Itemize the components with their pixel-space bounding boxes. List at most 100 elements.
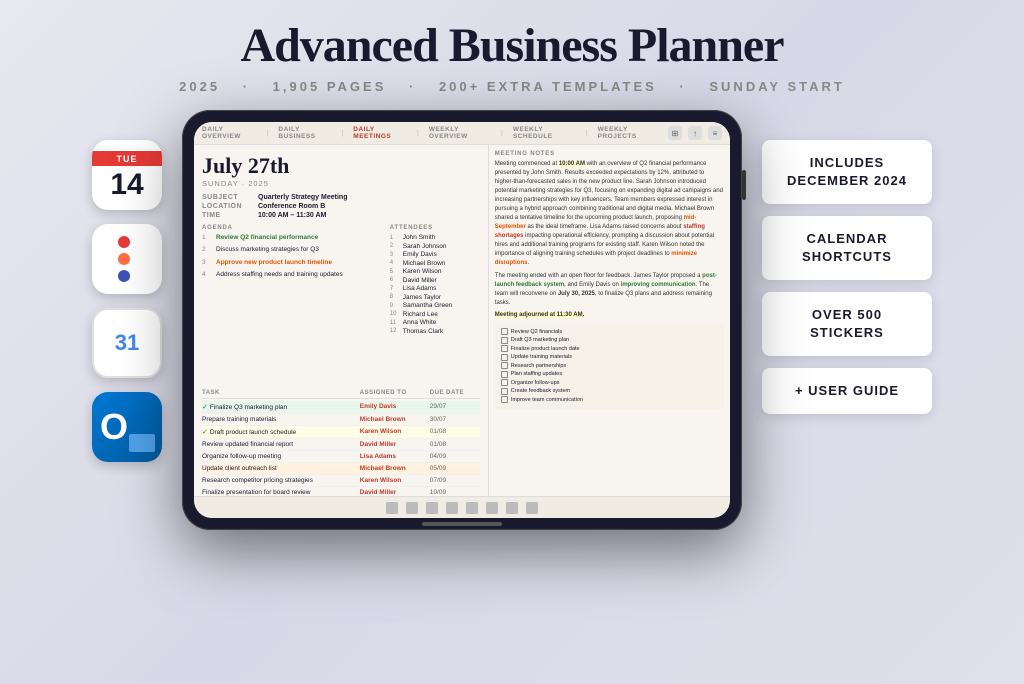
grid-icon[interactable]: ⊞: [668, 126, 682, 140]
reminders-dots: [110, 228, 144, 290]
subtitle-sep1: ·: [243, 79, 257, 94]
agenda-item-3: 3 Approve new product launch timeline: [202, 259, 384, 267]
ipad-bottom-toolbar: [194, 496, 730, 518]
nav-daily-business[interactable]: DAILY BUSINESS: [278, 126, 331, 140]
meeting-info: SUBJECT Quarterly Strategy Meeting LOCAT…: [202, 194, 480, 219]
tasks-table-header: TASK ASSIGNED TO DUE DATE: [202, 390, 480, 399]
task-name-2: Prepare training materials: [202, 416, 360, 423]
attendee-2: 2Sarah Johnson: [390, 243, 480, 250]
due-col-header: DUE DATE: [430, 390, 480, 396]
attendee-8: 8James Taylor: [390, 294, 480, 301]
ipad-content-area: July 27th SUNDAY · 2025 SUBJECT Quarterl…: [194, 145, 730, 513]
right-panel: MEETING NOTES Meeting commenced at 10:00…: [489, 145, 730, 513]
date-sub: SUNDAY · 2025: [202, 179, 480, 188]
task-name-1: Finalize Q3 marketing plan: [202, 403, 360, 411]
notes-closing: Meeting adjourned at 11:30 AM.: [495, 311, 724, 320]
nav-weekly-projects[interactable]: WEEKLY PROJECTS: [598, 126, 660, 140]
task-row-2: Prepare training materials Michael Brown…: [202, 414, 480, 426]
attendee-4: 4Michael Brown: [390, 260, 480, 267]
agenda-column: AGENDA 1 Review Q2 financial performance…: [202, 225, 384, 385]
task-name-6: Update client outreach list: [202, 465, 360, 472]
location-label: LOCATION: [202, 203, 252, 210]
checkbox-5[interactable]: [501, 362, 508, 369]
main-layout: TUE 14 31 O: [0, 110, 1024, 530]
left-app-icons: TUE 14 31 O: [92, 140, 162, 462]
assigned-col-header: ASSIGNED TO: [360, 390, 430, 396]
task-assignee-7: Karen Wilson: [360, 477, 430, 484]
subtitle-pages: 1,905 PAGES: [273, 79, 387, 94]
checkbox-3[interactable]: [501, 345, 508, 352]
toolbar-icon-3[interactable]: [426, 502, 438, 514]
check-item-4: Update training materials: [501, 354, 718, 361]
subtitle-sep2: ·: [409, 79, 423, 94]
badge-calendar-shortcuts: CALENDAR SHORTCUTS: [762, 216, 932, 280]
page-header: Advanced Business Planner 2025 · 1,905 P…: [0, 0, 1024, 102]
task-row-5: Organize follow-up meeting Lisa Adams 04…: [202, 451, 480, 463]
nav-weekly-schedule[interactable]: WEEKLY SCHEDULE: [513, 126, 576, 140]
badge-user-guide: + USER GUIDE: [762, 368, 932, 414]
task-assignee-5: Lisa Adams: [360, 453, 430, 460]
calendar-date-number: 14: [110, 166, 143, 200]
attendees-header: ATTENDEES: [390, 225, 480, 231]
toolbar-icon-1[interactable]: [386, 502, 398, 514]
calendar-day-label: TUE: [92, 151, 162, 166]
subtitle-start: SUNDAY START: [709, 79, 844, 94]
task-name-7: Research competitor pricing strategies: [202, 477, 360, 484]
outlook-app-icon[interactable]: O: [92, 392, 162, 462]
reminder-dot-red: [118, 236, 130, 248]
task-name-4: Review updated financial report: [202, 441, 360, 448]
ipad-nav-bar: DAILY OVERVIEW | DAILY BUSINESS | DAILY …: [194, 122, 730, 145]
gcal-app-icon[interactable]: 31: [92, 308, 162, 378]
attendee-11: 11Anna White: [390, 319, 480, 326]
toolbar-icon-7[interactable]: [506, 502, 518, 514]
nav-daily-overview[interactable]: DAILY OVERVIEW: [202, 126, 257, 140]
task-name-5: Organize follow-up meeting: [202, 453, 360, 460]
reminders-app-icon[interactable]: [92, 224, 162, 294]
subtitle-sep3: ·: [679, 79, 693, 94]
task-due-2: 30/07: [430, 416, 480, 423]
checkbox-1[interactable]: [501, 328, 508, 335]
toolbar-icon-2[interactable]: [406, 502, 418, 514]
toolbar-icon-6[interactable]: [486, 502, 498, 514]
subject-row: SUBJECT Quarterly Strategy Meeting: [202, 194, 480, 201]
header-subtitle: 2025 · 1,905 PAGES · 200+ EXTRA TEMPLATE…: [0, 79, 1024, 94]
reminder-dot-orange: [118, 253, 130, 265]
toolbar-icon-4[interactable]: [446, 502, 458, 514]
checkbox-2[interactable]: [501, 337, 508, 344]
ipad-side-button: [742, 170, 746, 200]
toolbar-icon-8[interactable]: [526, 502, 538, 514]
calendar-app-icon[interactable]: TUE 14: [92, 140, 162, 210]
nav-daily-meetings[interactable]: DAILY MEETINGS: [353, 126, 407, 140]
attendees-column: ATTENDEES 1John Smith 2Sarah Johnson 3Em…: [390, 225, 480, 385]
attendee-12: 12Thomas Clark: [390, 328, 480, 335]
nav-weekly-overview[interactable]: WEEKLY OVERVIEW: [429, 126, 491, 140]
checkbox-4[interactable]: [501, 354, 508, 361]
attendee-5: 5Karen Wilson: [390, 268, 480, 275]
checkbox-6[interactable]: [501, 371, 508, 378]
check-item-2: Draft Q3 marketing plan: [501, 337, 718, 344]
checkbox-8[interactable]: [501, 388, 508, 395]
subject-value: Quarterly Strategy Meeting: [258, 194, 347, 201]
more-icon[interactable]: ≡: [708, 126, 722, 140]
check-item-6: Plan staffing updates: [501, 371, 718, 378]
task-row-4: Review updated financial report David Mi…: [202, 439, 480, 451]
task-name-8: Finalize presentation for board review: [202, 489, 360, 496]
agenda-item-1: 1 Review Q2 financial performance: [202, 234, 384, 242]
task-row-6: Update client outreach list Michael Brow…: [202, 463, 480, 475]
agenda-header: AGENDA: [202, 225, 384, 231]
checkbox-9[interactable]: [501, 396, 508, 403]
check-item-5: Research partnerships: [501, 362, 718, 369]
location-row: LOCATION Conference Room B: [202, 203, 480, 210]
share-icon[interactable]: ↑: [688, 126, 702, 140]
toolbar-icon-5[interactable]: [466, 502, 478, 514]
attendee-7: 7Lisa Adams: [390, 285, 480, 292]
page-title: Advanced Business Planner: [0, 18, 1024, 73]
checkbox-7[interactable]: [501, 379, 508, 386]
task-due-3: 01/08: [430, 428, 480, 436]
subtitle-year: 2025: [179, 79, 220, 94]
check-item-9: Improve team communication: [501, 396, 718, 403]
left-panel: July 27th SUNDAY · 2025 SUBJECT Quarterl…: [194, 145, 489, 513]
reminder-dot-blue: [118, 270, 130, 282]
attendee-3: 3Emily Davis: [390, 251, 480, 258]
outlook-wrapper: O: [92, 392, 162, 462]
